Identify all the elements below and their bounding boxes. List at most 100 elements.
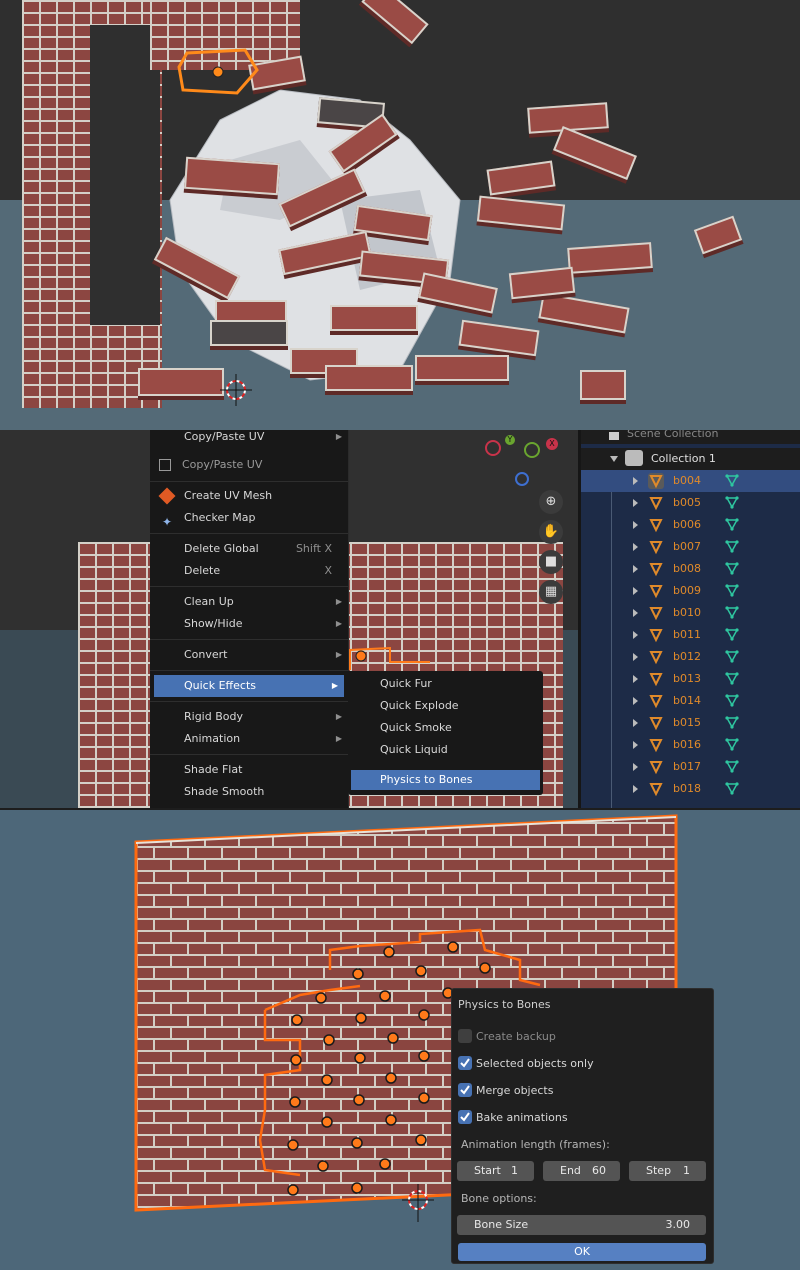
menu-item-delete-global[interactable]: Delete Global Shift X — [150, 538, 348, 560]
menu-item-quick-effects[interactable]: Quick Effects ▶ — [154, 675, 344, 697]
bone-options-label: Bone options: — [461, 1192, 537, 1205]
bone-size-field[interactable]: Bone Size 3.00 — [457, 1215, 706, 1235]
outliner-object-row[interactable]: b007 — [581, 536, 800, 558]
expand-arrow-icon[interactable] — [633, 675, 638, 683]
expand-arrow-icon[interactable] — [633, 785, 638, 793]
viewport-physics-to-bones-panel[interactable]: Physics to Bones Create backup Selected … — [0, 810, 800, 1270]
object-name: b013 — [673, 672, 701, 685]
ok-button[interactable]: OK — [458, 1243, 706, 1261]
menu-item-clean-up[interactable]: Clean Up ▶ — [150, 591, 348, 613]
submenu-arrow-icon: ▶ — [335, 712, 342, 721]
end-frame-field[interactable]: End 60 — [543, 1161, 620, 1181]
expand-arrow-icon[interactable] — [633, 697, 638, 705]
physics-to-bones-dialog[interactable]: Physics to Bones Create backup Selected … — [451, 988, 714, 1264]
submenu-item-quick-liquid[interactable]: Quick Liquid — [348, 739, 543, 761]
bake-animations-checkbox-row[interactable]: Bake animations — [452, 1110, 713, 1126]
outliner-object-row[interactable]: b015 — [581, 712, 800, 734]
mesh-data-icon — [725, 760, 739, 773]
outliner-object-row[interactable]: b018 — [581, 778, 800, 800]
menu-item-rigid-body[interactable]: Rigid Body ▶ — [150, 706, 348, 728]
flying-brick — [183, 156, 281, 196]
create-backup-checkbox-row[interactable]: Create backup — [452, 1029, 713, 1045]
gizmo-y-axis[interactable]: Y — [505, 435, 515, 445]
expand-arrow-icon[interactable] — [633, 521, 638, 529]
flying-brick — [415, 355, 509, 381]
outliner-object-row[interactable]: b005 — [581, 492, 800, 514]
submenu-arrow-icon: ▶ — [335, 650, 342, 659]
outliner-object-row[interactable]: b006 — [581, 514, 800, 536]
bone-joint-marker — [352, 968, 364, 980]
expand-arrow-icon[interactable] — [633, 499, 638, 507]
merge-objects-checkbox[interactable] — [458, 1083, 472, 1097]
start-label: Start — [474, 1164, 501, 1177]
pan-hand-icon[interactable]: ✋ — [539, 520, 563, 544]
outliner-object-row[interactable]: b014 — [581, 690, 800, 712]
outliner-object-row[interactable]: b016 — [581, 734, 800, 756]
selected-only-checkbox[interactable] — [458, 1056, 472, 1070]
submenu-item-quick-explode[interactable]: Quick Explode — [348, 695, 543, 717]
outliner-object-row[interactable]: b011 — [581, 624, 800, 646]
create-backup-checkbox[interactable] — [458, 1029, 472, 1043]
viewport-context-menu-panel[interactable]: Y X ⊕ ✋ ■ ▦ Copy/Paste UV ▶ Copy/Paste UV… — [0, 430, 800, 808]
submenu-item-quick-smoke[interactable]: Quick Smoke — [348, 717, 543, 739]
menu-item-label: Clean Up — [184, 595, 234, 608]
flying-brick — [210, 320, 288, 346]
menu-item-copy-paste-uv-sub[interactable]: Copy/Paste UV ▶ — [150, 430, 348, 444]
outliner-collection[interactable]: Collection 1 — [581, 448, 800, 470]
ortho-grid-icon[interactable]: ▦ — [539, 580, 563, 604]
outliner-object-row[interactable]: b009 — [581, 580, 800, 602]
menu-item-copy-paste-uv[interactable]: Copy/Paste UV — [150, 454, 348, 476]
expand-arrow-icon[interactable] — [633, 741, 638, 749]
gizmo-neg-x[interactable] — [485, 440, 501, 456]
start-frame-field[interactable]: Start 1 — [457, 1161, 534, 1181]
outliner-object-row[interactable]: b012 — [581, 646, 800, 668]
menu-item-animation[interactable]: Animation ▶ — [150, 728, 348, 750]
gizmo-z-axis[interactable] — [515, 472, 529, 486]
nav-gizmo[interactable]: Y X — [480, 430, 570, 500]
menu-item-convert[interactable]: Convert ▶ — [150, 644, 348, 666]
expand-arrow-icon[interactable] — [633, 587, 638, 595]
submenu-item-quick-fur[interactable]: Quick Fur — [348, 673, 543, 695]
menu-item-checker-map[interactable]: ✦ Checker Map — [150, 507, 348, 529]
expand-arrow-icon[interactable] — [633, 543, 638, 551]
outliner-object-row[interactable]: b017 — [581, 756, 800, 778]
zoom-icon[interactable]: ⊕ — [539, 490, 563, 514]
expand-arrow-icon[interactable] — [633, 719, 638, 727]
outliner-scene-collection[interactable]: Scene Collection — [581, 430, 800, 444]
menu-item-shade-flat[interactable]: Shade Flat — [150, 759, 348, 781]
mesh-data-icon — [725, 584, 739, 597]
expand-arrow-icon[interactable] — [633, 609, 638, 617]
outliner-object-row[interactable]: b008 — [581, 558, 800, 580]
step-frame-field[interactable]: Step 1 — [629, 1161, 706, 1181]
camera-view-icon[interactable]: ■ — [539, 550, 563, 574]
selected-only-checkbox-row[interactable]: Selected objects only — [452, 1056, 713, 1072]
submenu-arrow-icon: ▶ — [335, 432, 342, 441]
bake-animations-label: Bake animations — [476, 1111, 568, 1124]
bone-joint-marker — [479, 962, 491, 974]
menu-item-shade-smooth[interactable]: Shade Smooth — [150, 781, 348, 803]
menu-item-label: Create UV Mesh — [184, 489, 273, 502]
outliner-object-row[interactable]: b004 — [581, 470, 800, 492]
menu-item-label: Delete Global — [184, 542, 259, 555]
outliner-object-row[interactable]: b010 — [581, 602, 800, 624]
menu-item-label: Shade Flat — [184, 763, 243, 776]
quick-effects-submenu[interactable]: Quick Fur Quick Explode Quick Smoke Quic… — [348, 671, 543, 795]
object-context-menu[interactable]: Copy/Paste UV ▶ Copy/Paste UV Create UV M… — [150, 430, 349, 808]
menu-item-delete[interactable]: Delete X — [150, 560, 348, 582]
menu-item-create-uv-mesh[interactable]: Create UV Mesh — [150, 485, 348, 507]
expand-arrow-icon[interactable] — [633, 477, 638, 485]
menu-item-show-hide[interactable]: Show/Hide ▶ — [150, 613, 348, 635]
expand-arrow-icon[interactable] — [633, 763, 638, 771]
outliner-object-row[interactable]: b013 — [581, 668, 800, 690]
submenu-arrow-icon: ▶ — [335, 734, 342, 743]
expand-arrow-icon[interactable] — [633, 653, 638, 661]
expand-arrow-icon[interactable] — [633, 631, 638, 639]
bake-animations-checkbox[interactable] — [458, 1110, 472, 1124]
outliner-panel[interactable]: Scene Collection Collection 1 b004 b005 b0… — [578, 430, 800, 808]
submenu-item-physics-to-bones[interactable]: Physics to Bones — [351, 770, 540, 790]
gizmo-neg-y[interactable] — [524, 442, 540, 458]
viewport-exploding-wall[interactable] — [0, 0, 800, 430]
gizmo-x-axis[interactable]: X — [546, 438, 558, 450]
expand-arrow-icon[interactable] — [633, 565, 638, 573]
merge-objects-checkbox-row[interactable]: Merge objects — [452, 1083, 713, 1099]
